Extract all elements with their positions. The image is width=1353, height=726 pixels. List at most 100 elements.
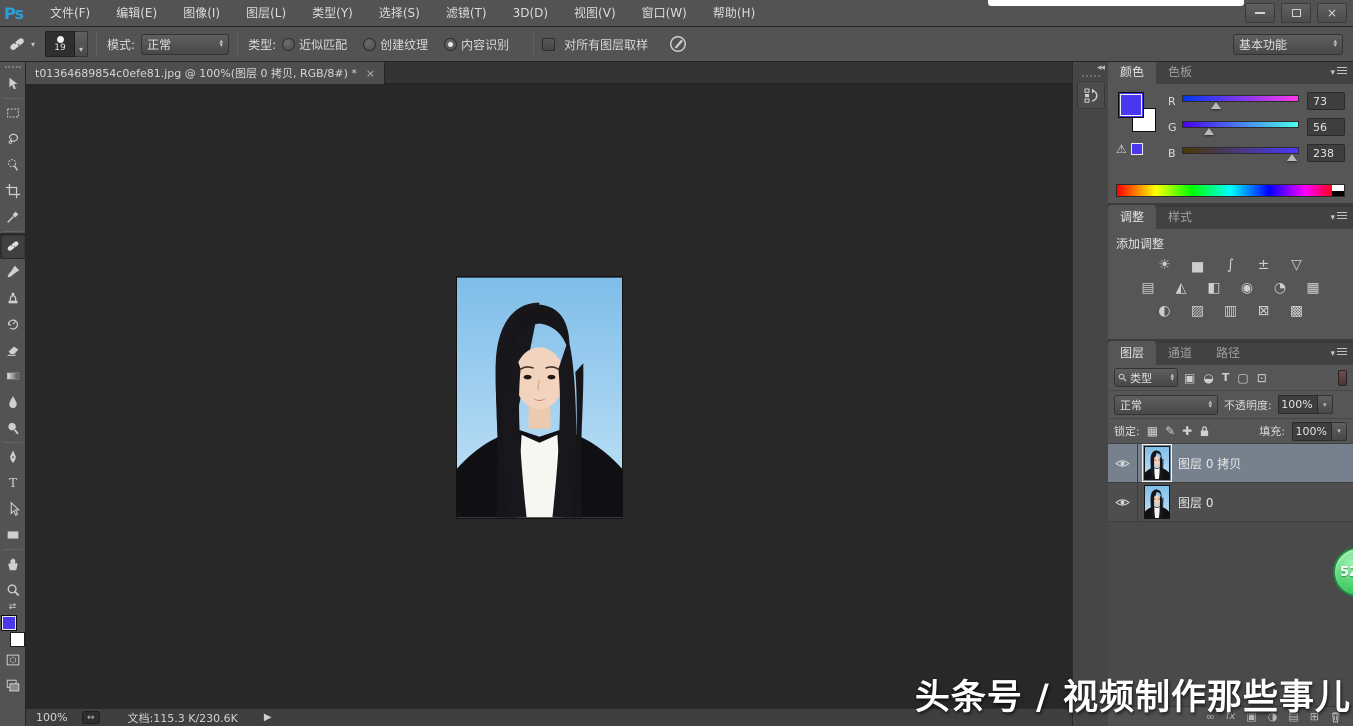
- red-value-field[interactable]: 73: [1307, 92, 1345, 110]
- color-balance-icon[interactable]: ◭: [1169, 279, 1193, 297]
- status-menu-arrow-icon[interactable]: ▶: [264, 712, 272, 723]
- eyedropper-tool[interactable]: [0, 204, 26, 230]
- slider-thumb[interactable]: [1204, 128, 1214, 135]
- document-tab[interactable]: t01364689854c0efe81.jpg @ 100%(图层 0 拷贝, …: [26, 62, 385, 84]
- pen-tool[interactable]: [0, 444, 26, 470]
- move-tool[interactable]: [0, 71, 26, 97]
- tab-close-icon[interactable]: ×: [366, 67, 375, 80]
- layer-name[interactable]: 图层 0: [1178, 494, 1213, 511]
- slider-thumb[interactable]: [1287, 154, 1297, 161]
- lock-image-icon[interactable]: ✎: [1165, 425, 1175, 437]
- history-brush-tool[interactable]: [0, 311, 26, 337]
- crop-tool[interactable]: [0, 178, 26, 204]
- history-panel-button[interactable]: [1077, 81, 1105, 109]
- panel-menu-icon[interactable]: ▾: [1330, 348, 1347, 359]
- layer-thumbnail[interactable]: [1144, 485, 1170, 519]
- chevron-down-icon[interactable]: ▾: [1318, 395, 1333, 414]
- menu-3d[interactable]: 3D(D): [500, 0, 561, 27]
- opacity-value[interactable]: 100%: [1278, 395, 1318, 414]
- blur-tool[interactable]: [0, 389, 26, 415]
- slider-thumb[interactable]: [1211, 102, 1221, 109]
- filter-type-layers-icon[interactable]: T: [1222, 371, 1230, 384]
- selective-color-icon[interactable]: ⊠: [1252, 302, 1276, 320]
- panel-menu-icon[interactable]: ▾: [1330, 67, 1347, 78]
- panel-menu-icon[interactable]: ▾: [1330, 212, 1347, 223]
- tab-color[interactable]: 颜色: [1108, 60, 1156, 84]
- slider-track[interactable]: [1182, 95, 1299, 102]
- red-slider[interactable]: [1182, 93, 1299, 109]
- tab-styles[interactable]: 样式: [1156, 205, 1204, 229]
- zoom-tool[interactable]: [0, 577, 26, 603]
- layer-thumbnail[interactable]: [1144, 446, 1170, 480]
- visibility-toggle[interactable]: [1108, 483, 1138, 521]
- tab-swatches[interactable]: 色板: [1156, 60, 1204, 84]
- menu-select[interactable]: 选择(S): [366, 0, 433, 27]
- closest-web-color-swatch[interactable]: [1131, 143, 1143, 155]
- layer-filtering-toggle[interactable]: [1338, 370, 1347, 386]
- menu-filter[interactable]: 滤镜(T): [433, 0, 500, 27]
- menu-layer[interactable]: 图层(L): [233, 0, 299, 27]
- tab-layers[interactable]: 图层: [1108, 341, 1156, 365]
- type-tool[interactable]: T: [0, 470, 26, 496]
- rectangular-marquee-tool[interactable]: [0, 100, 26, 126]
- filter-adjustment-layers-icon[interactable]: ◒: [1203, 371, 1213, 385]
- eraser-tool[interactable]: [0, 337, 26, 363]
- channel-mixer-icon[interactable]: ◔: [1268, 279, 1292, 297]
- menu-file[interactable]: 文件(F): [37, 0, 103, 27]
- curves-icon[interactable]: ∫: [1219, 256, 1243, 274]
- foreground-color-swatch[interactable]: [1118, 92, 1144, 118]
- layer-name[interactable]: 图层 0 拷贝: [1178, 455, 1241, 472]
- canvas-image[interactable]: [457, 277, 622, 518]
- brightness-contrast-icon[interactable]: ☀: [1153, 256, 1177, 274]
- radio-proximity-match[interactable]: 近似匹配: [282, 36, 347, 53]
- minimize-button[interactable]: [1245, 3, 1275, 23]
- tab-channels[interactable]: 通道: [1156, 341, 1204, 365]
- filter-shape-layers-icon[interactable]: ▢: [1237, 371, 1248, 385]
- background-color-swatch[interactable]: [10, 632, 25, 647]
- hue-saturation-icon[interactable]: ▤: [1136, 279, 1160, 297]
- zoom-level-field[interactable]: 100%: [36, 711, 82, 724]
- brush-tool[interactable]: [0, 259, 26, 285]
- quick-selection-tool[interactable]: [0, 152, 26, 178]
- gamut-warning[interactable]: ⚠: [1116, 142, 1143, 156]
- spectrum-bw-end[interactable]: [1332, 185, 1344, 196]
- blend-mode-select[interactable]: 正常 ▴▾: [1114, 395, 1218, 415]
- menu-window[interactable]: 窗口(W): [629, 0, 700, 27]
- lock-all-icon[interactable]: [1199, 425, 1210, 437]
- screen-mode-button[interactable]: [0, 673, 26, 699]
- lock-position-icon[interactable]: ✚: [1182, 425, 1192, 437]
- green-slider[interactable]: [1182, 119, 1299, 135]
- close-button[interactable]: ×: [1317, 3, 1347, 23]
- menu-image[interactable]: 图像(I): [170, 0, 233, 27]
- workspace-select[interactable]: 基本功能 ▴▾: [1233, 34, 1343, 55]
- spot-healing-brush-tool[interactable]: [0, 233, 26, 259]
- sample-all-layers-checkbox[interactable]: 对所有图层取样: [542, 36, 648, 53]
- levels-icon[interactable]: ▅: [1186, 256, 1210, 274]
- scrubby-zoom-icon[interactable]: ↔: [82, 711, 100, 724]
- menu-edit[interactable]: 编辑(E): [103, 0, 170, 27]
- tab-paths[interactable]: 路径: [1204, 341, 1252, 365]
- layer-row-copy[interactable]: 图层 0 拷贝: [1108, 444, 1353, 483]
- tablet-pressure-button[interactable]: [668, 34, 688, 54]
- menu-view[interactable]: 视图(V): [561, 0, 629, 27]
- brush-preset-picker[interactable]: 19 ▾: [45, 31, 88, 57]
- foreground-color-swatch[interactable]: [1, 615, 17, 631]
- chevron-down-icon[interactable]: ▾: [1332, 422, 1347, 441]
- dock-grip[interactable]: [1082, 75, 1100, 77]
- vibrance-icon[interactable]: ▽: [1285, 256, 1309, 274]
- fill-field[interactable]: 100% ▾: [1292, 422, 1347, 441]
- black-white-icon[interactable]: ◧: [1202, 279, 1226, 297]
- dodge-tool[interactable]: [0, 415, 26, 441]
- tab-adjustments[interactable]: 调整: [1108, 205, 1156, 229]
- radio-content-aware[interactable]: 内容识别: [444, 36, 509, 53]
- brush-dropdown-button[interactable]: ▾: [75, 31, 88, 57]
- quick-mask-button[interactable]: [0, 647, 26, 673]
- filter-type-select[interactable]: 类型 ▴▾: [1114, 368, 1178, 387]
- filter-pixel-layers-icon[interactable]: ▣: [1184, 371, 1195, 385]
- photo-filter-icon[interactable]: ◉: [1235, 279, 1259, 297]
- tool-preset-picker[interactable]: ▾: [6, 34, 35, 54]
- exposure-icon[interactable]: ±: [1252, 256, 1276, 274]
- blue-value-field[interactable]: 238: [1307, 144, 1345, 162]
- filter-smart-objects-icon[interactable]: ⊡: [1257, 371, 1267, 385]
- mode-select[interactable]: 正常 ▴▾: [141, 34, 229, 55]
